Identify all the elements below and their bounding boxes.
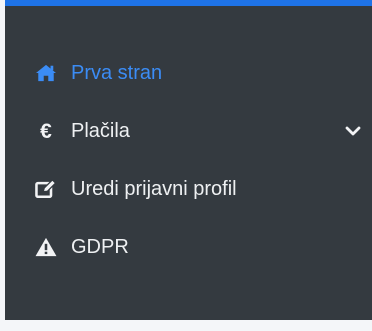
top-accent-bar: [5, 0, 372, 6]
sidebar-item-label: Plačila: [71, 120, 130, 142]
sidebar-item-label: Prva stran: [71, 62, 163, 84]
sidebar-item-placila[interactable]: € Plačila: [5, 102, 372, 160]
sidebar-item-prva-stran[interactable]: Prva stran: [5, 44, 372, 102]
home-icon: [35, 62, 57, 84]
sidebar-item-label: GDPR: [71, 236, 129, 258]
sidebar: Prva stran € Plačila Uredi prijavni prof…: [5, 0, 372, 320]
warning-icon: [35, 236, 57, 258]
sidebar-nav: Prva stran € Plačila Uredi prijavni prof…: [5, 44, 372, 276]
edit-icon: [35, 178, 57, 200]
sidebar-item-label: Uredi prijavni profil: [71, 178, 237, 200]
chevron-down-icon[interactable]: [344, 122, 362, 140]
sidebar-item-gdpr[interactable]: GDPR: [5, 218, 372, 276]
sidebar-item-uredi-prijavni-profil[interactable]: Uredi prijavni profil: [5, 160, 372, 218]
euro-icon: €: [40, 119, 52, 143]
